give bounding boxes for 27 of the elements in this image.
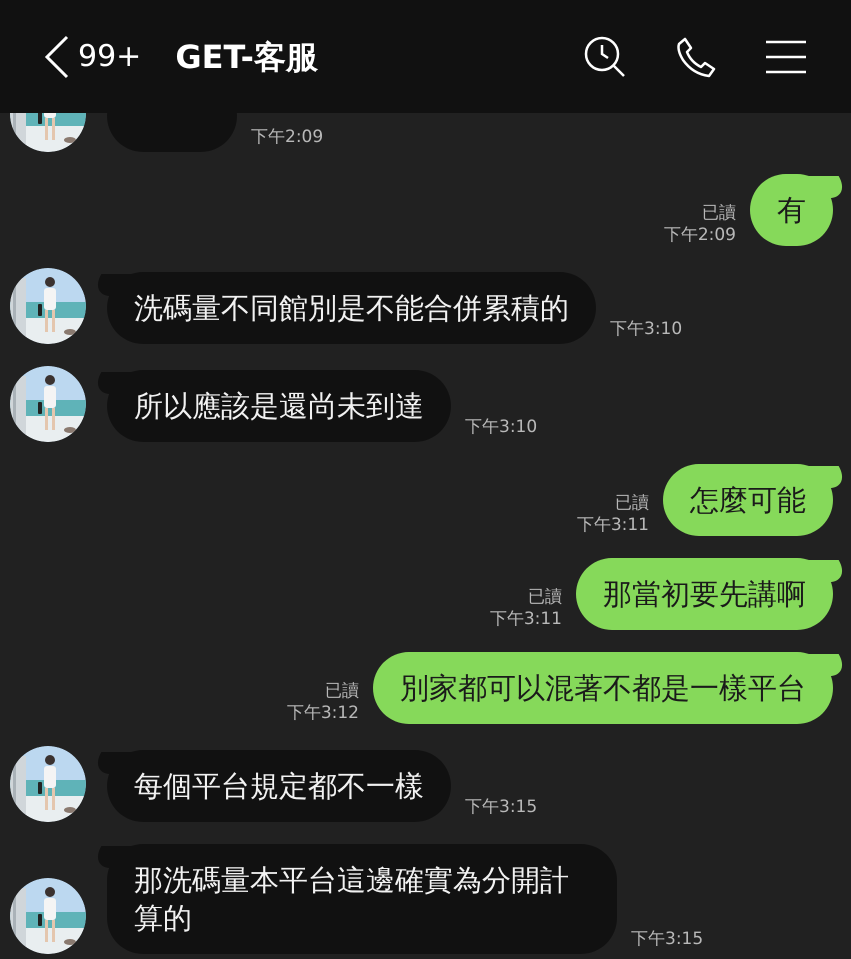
read-receipt: 已讀 [701,202,736,224]
unread-count: 99+ [78,38,142,76]
message-time: 下午3:10 [465,416,538,438]
message-bubble: 別家都可以混著不都是一樣平台 [373,652,833,724]
message-bubble: 有 [750,174,833,246]
message-time: 下午3:11 [576,514,649,536]
menu-icon[interactable] [765,40,807,74]
read-receipt: 已讀 [324,680,359,702]
message-time: 下午3:10 [610,318,682,340]
message-bubble: 那當初要先講啊 [576,558,833,630]
message-bubble: 那洗碼量本平台這邊確實為分開計算的 [107,844,617,954]
message-bubble: 怎麼可能 [663,464,833,536]
chat-title: GET-客服 [175,36,318,78]
message-time: 下午2:09 [664,224,736,246]
message-time: 下午3:11 [490,608,562,630]
message-time: 下午2:09 [251,126,324,148]
message-bubble: 每個平台規定都不一樣 [107,750,451,822]
message-time: 下午3:12 [286,702,359,724]
phone-icon[interactable] [675,36,717,78]
read-receipt: 已讀 [527,586,562,608]
read-receipt: 已讀 [614,492,649,514]
message-bubble: 洗碼量不同館別是不能合併累積的 [107,272,596,344]
message-time: 下午3:15 [631,928,704,950]
message-bubble: 所以應該是還尚未到達 [107,370,451,442]
back-icon[interactable] [44,34,70,78]
search-icon[interactable] [583,34,627,78]
message-time: 下午3:15 [465,796,538,818]
